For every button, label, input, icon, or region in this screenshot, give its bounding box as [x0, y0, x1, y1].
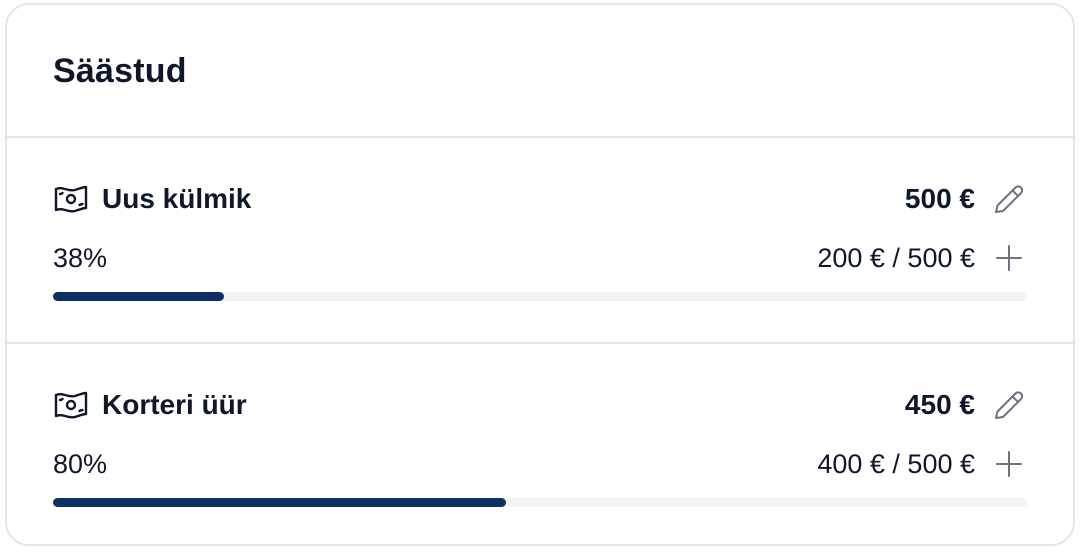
goal-progress-amount: 200 € / 500 €: [817, 242, 975, 273]
goal-percent: 80%: [53, 448, 108, 479]
goal-progress-wrap: 400 € / 500 €: [817, 446, 1027, 482]
goal-target-wrap: 450 €: [905, 387, 1027, 423]
progress-bar: [53, 498, 1027, 507]
goal-percent: 38%: [53, 242, 108, 273]
goal-progress-amount: 400 € / 500 €: [817, 448, 975, 479]
progress-bar-fill: [53, 292, 225, 301]
goal-header: Uus külmik 500 €: [53, 174, 1027, 224]
goal-target-amount: 450 €: [904, 389, 975, 420]
savings-goal: Korteri üür 450 € 80% 400 € / 500 €: [7, 342, 1073, 544]
savings-card: Säästud Uus külmik 500 € 38% 200 € / 500…: [5, 3, 1075, 546]
edit-goal-button[interactable]: [991, 181, 1027, 217]
goal-name: Korteri üür: [102, 389, 247, 420]
goal-title: Korteri üür: [53, 387, 247, 423]
edit-goal-button[interactable]: [991, 387, 1027, 423]
pencil-icon: [995, 391, 1024, 419]
plus-icon: [996, 451, 1022, 477]
goal-target-amount: 500 €: [904, 183, 975, 214]
progress-bar: [53, 292, 1027, 301]
progress-bar-fill: [53, 498, 506, 507]
plus-icon: [996, 245, 1022, 271]
goal-header: Korteri üür 450 €: [53, 380, 1027, 430]
goal-target-wrap: 500 €: [905, 181, 1027, 217]
goal-name: Uus külmik: [102, 183, 252, 214]
money-icon: [53, 181, 89, 217]
goal-progress-row: 38% 200 € / 500 €: [53, 236, 1027, 280]
card-header: Säästud: [7, 5, 1073, 138]
goal-progress-wrap: 200 € / 500 €: [817, 240, 1027, 276]
pencil-icon: [995, 185, 1024, 213]
add-funds-button[interactable]: [991, 240, 1027, 276]
savings-goal: Uus külmik 500 € 38% 200 € / 500 €: [7, 138, 1073, 342]
goal-title: Uus külmik: [53, 181, 251, 217]
card-title: Säästud: [53, 52, 187, 90]
money-icon: [53, 387, 89, 423]
add-funds-button[interactable]: [991, 446, 1027, 482]
goal-progress-row: 80% 400 € / 500 €: [53, 442, 1027, 486]
